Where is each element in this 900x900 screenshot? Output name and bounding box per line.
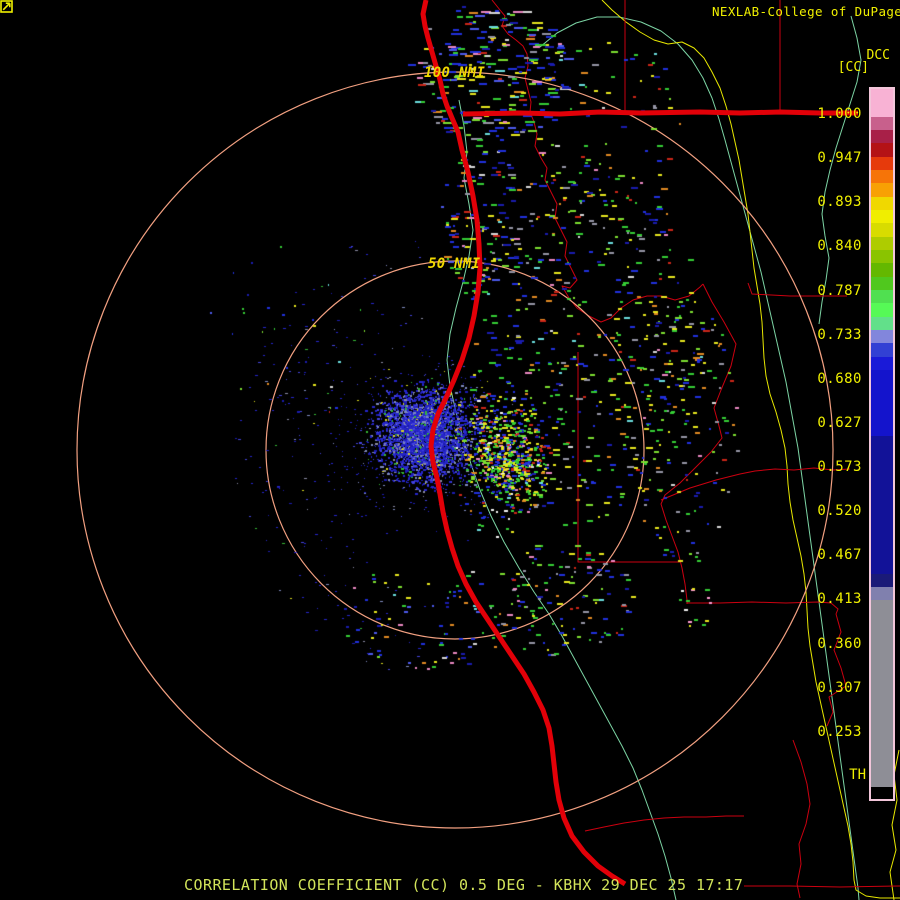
colorbar-segment	[871, 197, 893, 210]
colorbar-segment	[871, 117, 893, 130]
colorbar-segment	[871, 343, 893, 357]
colorbar-segment	[871, 210, 893, 223]
colorbar-segment	[871, 317, 893, 330]
colorbar-tick-label: 0.893	[817, 194, 862, 211]
units-label: [CC]	[837, 60, 869, 75]
colorbar-tick-label: 1.000	[817, 106, 862, 122]
map-highway-layer	[420, 0, 858, 887]
map-line-highway-101	[420, 0, 627, 887]
colorbar-tick-label: 0.573	[817, 459, 862, 476]
colorbar-segment	[871, 250, 893, 263]
colorbar-tick-label: 0.947	[817, 150, 862, 167]
colorbar-tick-label: 0.253	[817, 723, 862, 740]
product-caption: CORRELATION COEFFICIENT (CC) 0.5 DEG - K…	[184, 876, 744, 894]
colorbar-segment	[871, 183, 893, 197]
colorbar-tick-label: 0.787	[817, 282, 862, 299]
colorbar-segment	[871, 143, 893, 157]
colorbar-tick-label: 0.680	[817, 370, 862, 387]
colorbar-segment	[871, 600, 893, 787]
colorbar-segment	[871, 263, 893, 277]
product-code-label: DCC	[866, 48, 890, 63]
threshold-label: TH	[849, 767, 866, 783]
colorbar-segment	[871, 436, 893, 574]
colorbar-segment	[871, 277, 893, 290]
colorbar-tick-label: 0.520	[817, 503, 862, 520]
colorbar-segment	[871, 89, 893, 117]
colorbar-segment	[871, 130, 893, 143]
colorbar-segment	[871, 303, 893, 317]
colorbar-tick-label: 0.360	[817, 635, 862, 652]
colorbar-segment	[871, 587, 893, 600]
range-ring-label-100nmi: 100 NMI	[424, 65, 486, 81]
colorbar-segment	[871, 357, 893, 370]
colorbar-tick-label: 0.413	[817, 591, 862, 608]
colorbar-segment	[871, 237, 893, 250]
colorbar-segment	[871, 290, 893, 303]
range-ring-label-50nmi: 50 NMI	[428, 256, 481, 272]
colorbar-tick-label: 0.307	[817, 679, 862, 696]
colorbar-segment	[871, 157, 893, 170]
colorbar-tick-label: 0.733	[817, 326, 862, 343]
colorbar-segment	[871, 330, 893, 343]
colorbar-segment	[871, 574, 893, 587]
colorbar-segment	[871, 787, 893, 799]
colorbar-tick-label: 0.840	[817, 238, 862, 255]
cc-colorbar	[869, 87, 895, 801]
radar-display: NEXLAB-College of DuPage DCC [CC] 1.000 0…	[0, 0, 900, 900]
colorbar-segment	[871, 223, 893, 237]
colorbar-tick-label: 0.627	[817, 414, 862, 431]
cod-weather-logo-icon	[0, 0, 13, 13]
colorbar-segment	[871, 370, 893, 436]
colorbar-tick-label: 0.467	[817, 547, 862, 564]
colorbar-segment	[871, 170, 893, 183]
page-title: NEXLAB-College of DuPage	[712, 4, 900, 19]
